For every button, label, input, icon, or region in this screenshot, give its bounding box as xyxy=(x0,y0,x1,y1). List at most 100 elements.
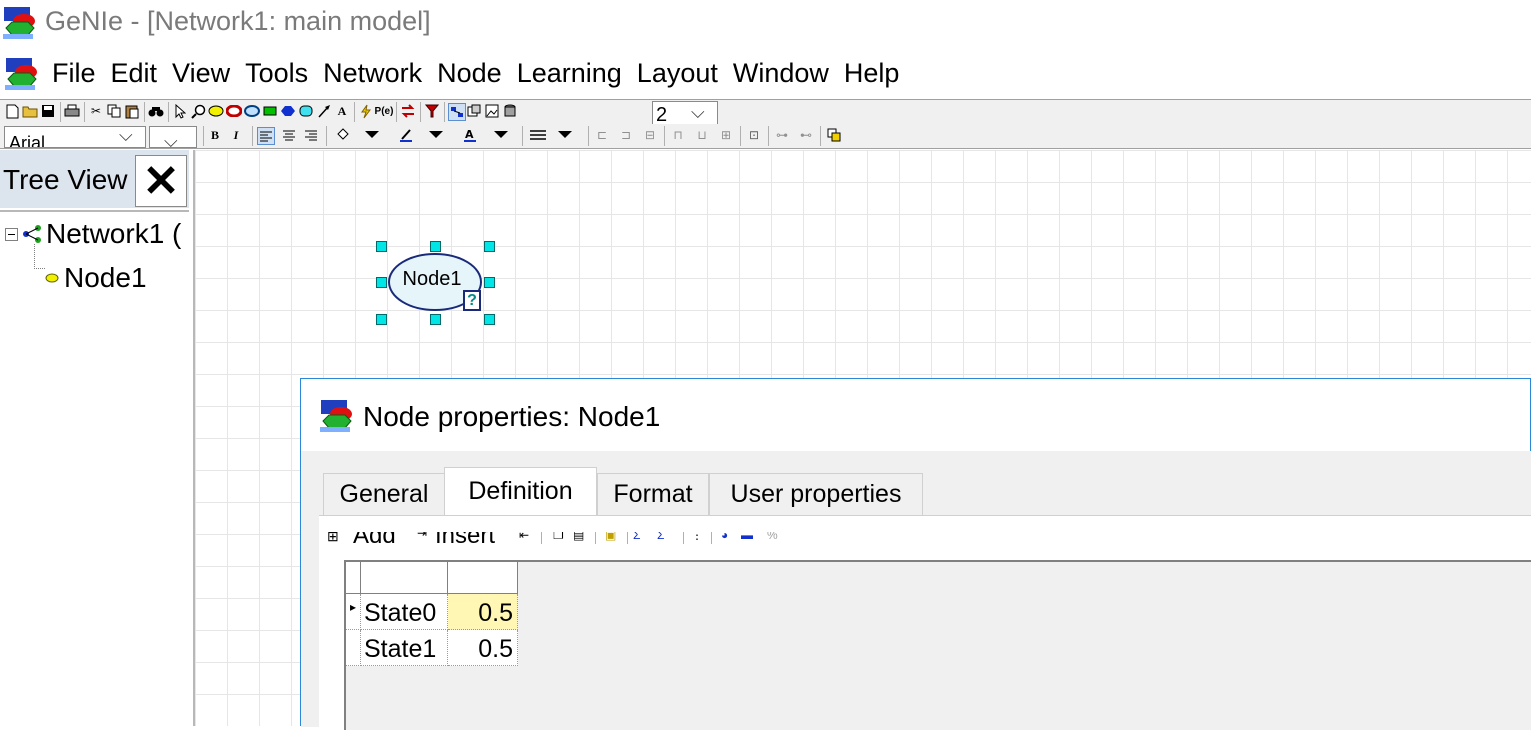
tab-user-properties[interactable]: User properties xyxy=(709,473,923,515)
complement-icon[interactable]: Σ xyxy=(657,532,664,542)
align-centers-icon[interactable]: ⊟ xyxy=(642,127,658,143)
arc-tool-icon[interactable] xyxy=(316,103,332,119)
row-selector[interactable] xyxy=(346,630,361,666)
caret-down-icon[interactable] xyxy=(364,127,380,143)
align-left-edges-icon[interactable]: ⊏ xyxy=(594,127,610,143)
font-name-combo[interactable]: Arial ⌵ xyxy=(4,126,146,148)
align-bottom-icon[interactable]: ⊔ xyxy=(694,127,710,143)
insert-icon[interactable]: ⇥ xyxy=(417,532,427,540)
align-middle-icon[interactable]: ⊞ xyxy=(718,127,734,143)
align-center-icon[interactable] xyxy=(281,127,297,143)
print-icon[interactable] xyxy=(64,103,80,119)
align-right-edges-icon[interactable]: ⊐ xyxy=(618,127,634,143)
copy-icon[interactable] xyxy=(106,103,122,119)
resize-handle[interactable] xyxy=(376,277,387,288)
caret-down-icon[interactable] xyxy=(493,127,509,143)
zoom-combo[interactable]: 2 ⌵ xyxy=(652,101,718,125)
insert-button[interactable]: Insert xyxy=(435,532,495,544)
percent-icon[interactable]: % xyxy=(767,532,778,542)
align-top-icon[interactable]: ⊓ xyxy=(670,127,686,143)
save-icon[interactable] xyxy=(40,103,56,119)
menu-window[interactable]: Window xyxy=(733,58,829,89)
fill-color-icon[interactable] xyxy=(334,127,350,143)
table-row[interactable]: State1 xyxy=(361,630,448,666)
space-horizontal-icon[interactable]: ⊶ xyxy=(774,127,790,143)
font-size-combo[interactable]: ⌵ xyxy=(149,126,197,148)
precision-icon[interactable]: ⋮ xyxy=(691,532,703,542)
tree-view-close-button[interactable]: ✕ xyxy=(135,155,187,207)
menu-node[interactable]: Node xyxy=(437,58,502,89)
utility-node-tool-icon[interactable] xyxy=(280,103,296,119)
cut-icon[interactable]: ✂ xyxy=(88,103,104,119)
menu-file[interactable]: File xyxy=(52,58,96,89)
probability-cell[interactable]: 0.5 xyxy=(448,630,518,666)
find-icon[interactable] xyxy=(148,103,164,119)
new-icon[interactable] xyxy=(4,103,20,119)
switch-icon[interactable] xyxy=(400,103,416,119)
decision-node-tool-icon[interactable] xyxy=(262,103,278,119)
equation-node-tool-icon[interactable] xyxy=(244,103,260,119)
line-color-icon[interactable] xyxy=(398,127,414,143)
table-icon[interactable]: ⊞ xyxy=(327,532,339,544)
select-tool-icon[interactable] xyxy=(172,103,188,119)
align-right-icon[interactable] xyxy=(303,127,319,143)
update-icon[interactable] xyxy=(358,103,374,119)
structure-icon[interactable] xyxy=(448,103,466,121)
resize-handle[interactable] xyxy=(484,241,495,252)
tree-item-network1[interactable]: Network1 ( xyxy=(46,218,181,250)
funnel-icon[interactable] xyxy=(424,103,440,119)
table-row[interactable]: State0 xyxy=(361,594,448,630)
normalize-icon[interactable]: Σ xyxy=(633,532,640,542)
menu-learning[interactable]: Learning xyxy=(517,58,622,89)
caret-down-icon[interactable] xyxy=(428,127,444,143)
resize-handle[interactable] xyxy=(376,241,387,252)
bring-to-front-icon[interactable] xyxy=(826,127,842,143)
resize-handle[interactable] xyxy=(484,277,495,288)
line-width-icon[interactable] xyxy=(530,127,546,143)
evidence-icon[interactable]: P(e) xyxy=(375,103,394,119)
node-node1[interactable]: Node1 ? xyxy=(387,252,483,312)
menu-edit[interactable]: Edit xyxy=(111,58,158,89)
probability-value[interactable]: 0.5 xyxy=(478,635,513,664)
resize-handle[interactable] xyxy=(430,314,441,325)
copy-icon[interactable]: ❐ xyxy=(553,532,564,542)
state-name-cell[interactable]: State0 xyxy=(364,599,436,628)
bar-chart-icon[interactable]: ▬ xyxy=(741,532,753,542)
menu-view[interactable]: View xyxy=(172,58,230,89)
add-button[interactable]: Add xyxy=(353,532,396,544)
menu-layout[interactable]: Layout xyxy=(637,58,718,89)
menu-help[interactable]: Help xyxy=(844,58,900,89)
same-size-icon[interactable]: ⊡ xyxy=(746,127,762,143)
caret-down-icon[interactable] xyxy=(557,127,573,143)
collapse-icon[interactable] xyxy=(5,228,18,241)
align-left-icon[interactable] xyxy=(257,127,275,145)
chevron-down-icon[interactable]: ⌵ xyxy=(164,131,178,147)
state-name-cell[interactable]: State1 xyxy=(364,635,436,664)
chevron-down-icon[interactable]: ⌵ xyxy=(691,102,705,123)
resize-handle[interactable] xyxy=(430,241,441,252)
italic-icon[interactable]: I xyxy=(228,127,244,143)
pie-chart-icon[interactable]: ◕ xyxy=(721,532,728,542)
tree-item-node1[interactable]: Node1 xyxy=(64,262,147,294)
deterministic-node-tool-icon[interactable] xyxy=(226,103,242,119)
model-icon[interactable] xyxy=(466,103,482,119)
document-icon[interactable] xyxy=(4,57,38,91)
tab-format[interactable]: Format xyxy=(597,473,709,515)
chevron-down-icon[interactable]: ⌵ xyxy=(119,127,133,146)
tab-definition[interactable]: Definition xyxy=(444,467,597,515)
picture-icon[interactable] xyxy=(484,103,500,119)
text-tool-icon[interactable]: A xyxy=(334,103,350,119)
zoom-tool-icon[interactable] xyxy=(190,103,206,119)
menu-network[interactable]: Network xyxy=(323,58,422,89)
database-icon[interactable] xyxy=(502,103,518,119)
row-selector[interactable]: ▸ xyxy=(346,594,361,630)
probability-value[interactable]: 0.5 xyxy=(478,599,513,628)
probability-cell-selected[interactable]: 0.5 xyxy=(448,594,518,630)
resize-handle[interactable] xyxy=(484,314,495,325)
submodel-tool-icon[interactable] xyxy=(298,103,314,119)
paste-icon[interactable]: ▤ xyxy=(573,532,584,542)
delete-icon[interactable]: ⇤ xyxy=(519,532,529,542)
paste-icon[interactable] xyxy=(124,103,140,119)
bold-icon[interactable]: B xyxy=(207,127,223,143)
tab-general[interactable]: General xyxy=(323,473,445,515)
